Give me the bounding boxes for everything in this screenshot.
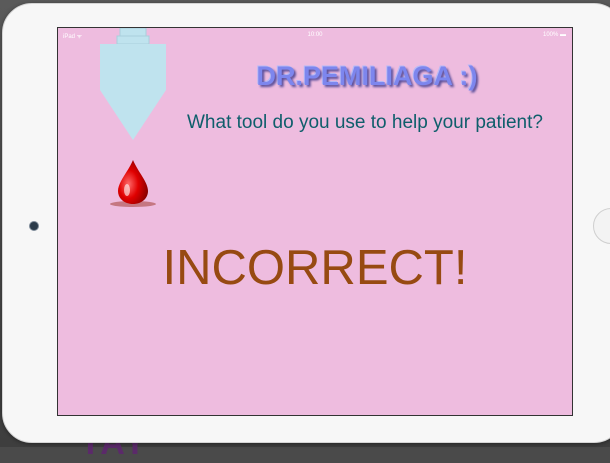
question-text: What tool do you use to help your patien… [187,112,543,133]
camera-icon [29,221,39,231]
app-screen: iPad ᯤ 10:00 100% ▬ DR.PEMILIAGA :) What… [57,27,573,416]
home-button[interactable] [593,208,610,244]
blood-drop-icon [110,160,156,207]
result-text: INCORRECT! [162,241,468,295]
app-title: DR.PEMILIAGA :) [256,61,478,91]
status-battery: 100% ▬ [542,32,566,38]
